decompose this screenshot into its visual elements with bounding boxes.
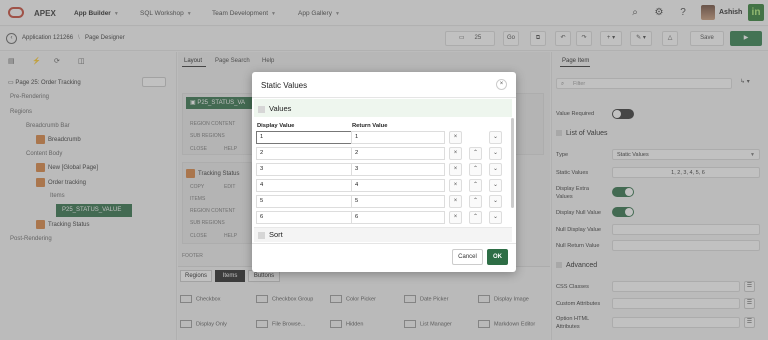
dialog-scrollbar[interactable] (511, 118, 514, 208)
return-value-input[interactable]: 5 (351, 195, 445, 208)
expand-icon (258, 231, 265, 239)
move-down-icon[interactable]: ⌄ (489, 147, 502, 160)
move-down-icon[interactable]: ⌄ (489, 195, 502, 208)
display-value-input[interactable]: 2 (256, 147, 352, 160)
move-up-icon[interactable]: ⌃ (469, 195, 482, 208)
move-up-icon[interactable]: ⌃ (469, 163, 482, 176)
move-down-icon[interactable]: ⌄ (489, 211, 502, 224)
move-down-icon[interactable]: ⌄ (489, 179, 502, 192)
ok-button[interactable]: OK (487, 249, 508, 265)
values-section-header-bg (254, 99, 512, 117)
sort-section-header-bg (254, 227, 512, 242)
move-down-icon[interactable]: ⌄ (489, 163, 502, 176)
section-values[interactable]: Values (258, 104, 291, 113)
display-value-input[interactable]: 4 (256, 179, 352, 192)
remove-row-icon[interactable]: × (449, 195, 462, 208)
col-return-value: Return Value (352, 123, 388, 129)
col-display-value: Display Value (257, 123, 295, 129)
move-up-icon[interactable]: ⌃ (469, 179, 482, 192)
return-value-input[interactable]: 3 (351, 163, 445, 176)
remove-row-icon[interactable]: × (449, 163, 462, 176)
move-down-icon[interactable]: ⌄ (489, 131, 502, 144)
close-icon[interactable]: × (496, 79, 507, 90)
remove-row-icon[interactable]: × (449, 211, 462, 224)
display-value-input[interactable]: 1 (256, 131, 352, 144)
display-value-input[interactable]: 3 (256, 163, 352, 176)
remove-row-icon[interactable]: × (449, 179, 462, 192)
return-value-input[interactable]: 4 (351, 179, 445, 192)
move-up-icon[interactable]: ⌃ (469, 147, 482, 160)
return-value-input[interactable]: 2 (351, 147, 445, 160)
dialog-title: Static Values (261, 81, 308, 90)
collapse-icon (258, 105, 265, 113)
display-value-input[interactable]: 5 (256, 195, 352, 208)
remove-row-icon[interactable]: × (449, 147, 462, 160)
display-value-input[interactable]: 6 (256, 211, 352, 224)
section-sort[interactable]: Sort (258, 230, 283, 239)
remove-row-icon[interactable]: × (449, 131, 462, 144)
cancel-button[interactable]: Cancel (452, 249, 483, 265)
return-value-input[interactable]: 1 (351, 131, 445, 144)
return-value-input[interactable]: 6 (351, 211, 445, 224)
move-up-icon[interactable]: ⌃ (469, 211, 482, 224)
